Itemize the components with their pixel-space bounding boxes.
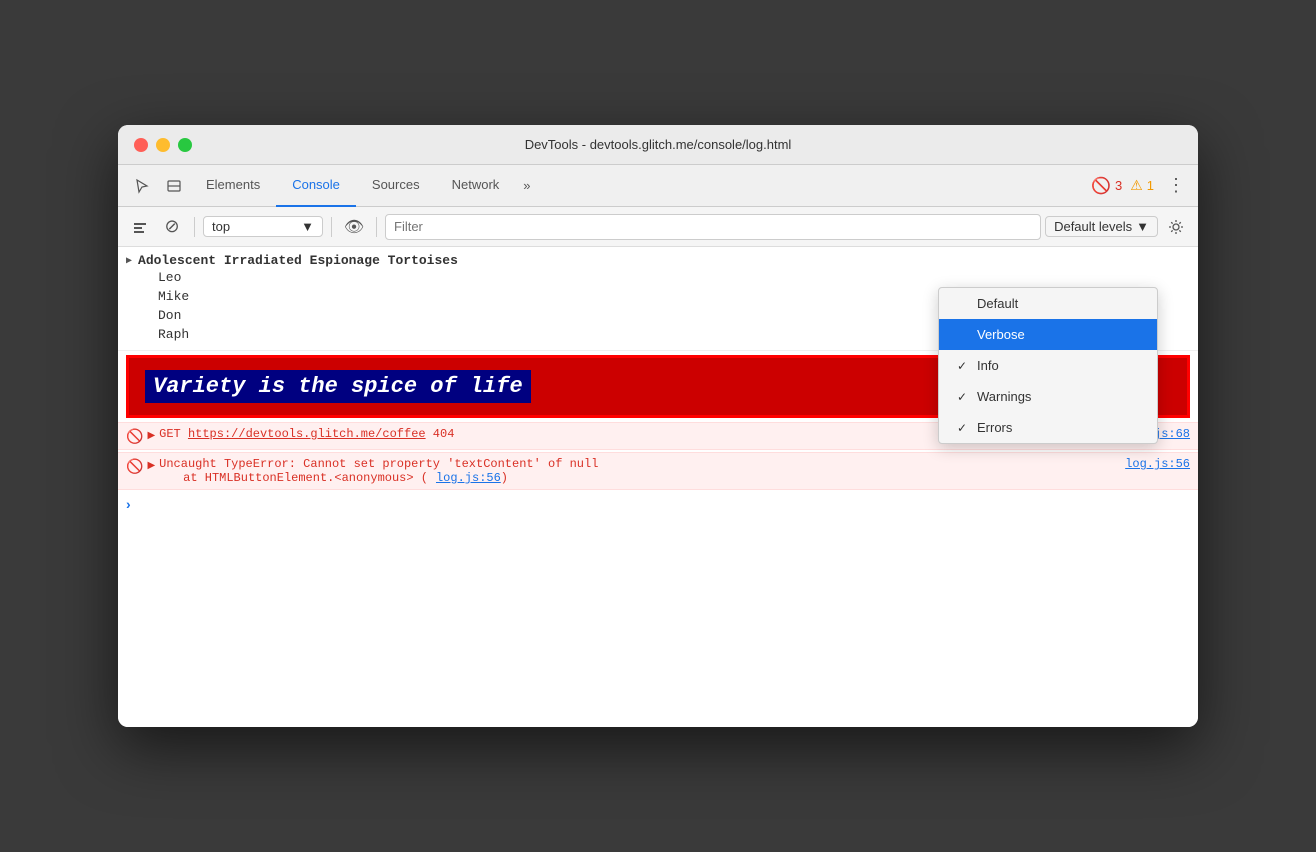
expand-icon[interactable]: ▶ [126, 255, 132, 267]
error-row-2: 🚫 ▶ Uncaught TypeError: Cannot set prope… [118, 452, 1198, 490]
prompt-icon: › [126, 496, 131, 512]
maximize-button[interactable] [178, 138, 192, 152]
window-title: DevTools - devtools.glitch.me/console/lo… [525, 137, 792, 152]
console-prompt: › [118, 490, 1198, 518]
levels-chevron-icon: ▼ [1136, 219, 1149, 234]
toolbar-divider-2 [331, 217, 332, 237]
tab-console[interactable]: Console [276, 165, 356, 207]
more-tabs-button[interactable]: » [515, 178, 538, 193]
tab-sources[interactable]: Sources [356, 165, 436, 207]
minimize-button[interactable] [156, 138, 170, 152]
error-1-url[interactable]: https://devtools.glitch.me/coffee [188, 427, 426, 441]
group-children: Leo Mike Don Raph [126, 268, 1190, 344]
close-button[interactable] [134, 138, 148, 152]
error-icon: 🚫 [1091, 176, 1111, 196]
devtools-window: DevTools - devtools.glitch.me/console/lo… [118, 125, 1198, 727]
title-bar: DevTools - devtools.glitch.me/console/lo… [118, 125, 1198, 165]
warning-badge: ⚠ 1 [1130, 177, 1154, 194]
default-levels-button[interactable]: Default levels ▼ [1045, 216, 1158, 237]
tab-elements[interactable]: Elements [190, 165, 276, 207]
filter-input[interactable] [385, 214, 1041, 240]
error-2-inline-link[interactable]: log.js:56 [436, 471, 501, 485]
error-2-text: Uncaught TypeError: Cannot set property … [159, 457, 1117, 485]
group-header[interactable]: ▶ Adolescent Irradiated Espionage Tortoi… [126, 253, 1190, 268]
tab-network[interactable]: Network [436, 165, 516, 207]
dock-icon[interactable] [158, 170, 190, 202]
console-toolbar: ⊘ top ▼ 👁 Default levels ▼ [118, 207, 1198, 247]
traffic-lights [134, 138, 192, 152]
toolbar-divider-1 [194, 217, 195, 237]
error-row-1: 🚫 ▶ GET https://devtools.glitch.me/coffe… [118, 422, 1198, 450]
list-item: Leo [158, 268, 1190, 287]
error-2-sub: at HTMLButtonElement.<anonymous> (log.js… [159, 471, 508, 485]
chevron-down-icon: ▼ [301, 219, 314, 234]
more-options-button[interactable]: ⋮ [1162, 172, 1190, 200]
error-icon-2: 🚫 [126, 458, 143, 475]
list-item: Don [158, 306, 1190, 325]
cursor-icon[interactable] [126, 170, 158, 202]
block-icon[interactable]: ⊘ [158, 213, 186, 241]
eye-icon[interactable]: 👁 [340, 213, 368, 241]
error-2-file-link[interactable]: log.js:56 [1125, 457, 1190, 471]
settings-icon[interactable] [1162, 213, 1190, 241]
clear-console-button[interactable] [126, 213, 154, 241]
error-1-file-link[interactable]: log.js:68 [1125, 427, 1190, 441]
variety-message: Variety is the spice of life [126, 355, 1190, 418]
warning-icon: ⚠ [1130, 177, 1143, 194]
console-group: ▶ Adolescent Irradiated Espionage Tortoi… [118, 247, 1198, 351]
expand-error-2[interactable]: ▶ [147, 460, 155, 471]
context-selector[interactable]: top ▼ [203, 216, 323, 237]
error-1-text: GET https://devtools.glitch.me/coffee 40… [159, 427, 1117, 441]
devtools-tabs: Elements Console Sources Network » 🚫 3 ⚠… [118, 165, 1198, 207]
list-item: Mike [158, 287, 1190, 306]
error-1-code: 404 [433, 427, 455, 441]
error-badge: 🚫 3 [1091, 176, 1122, 196]
list-item: Raph [158, 325, 1190, 344]
expand-error-1[interactable]: ▶ [147, 430, 155, 441]
console-content: ▶ Adolescent Irradiated Espionage Tortoi… [118, 247, 1198, 727]
toolbar-divider-3 [376, 217, 377, 237]
tabs-right: 🚫 3 ⚠ 1 ⋮ [1091, 172, 1190, 200]
error-icon-1: 🚫 [126, 428, 143, 445]
